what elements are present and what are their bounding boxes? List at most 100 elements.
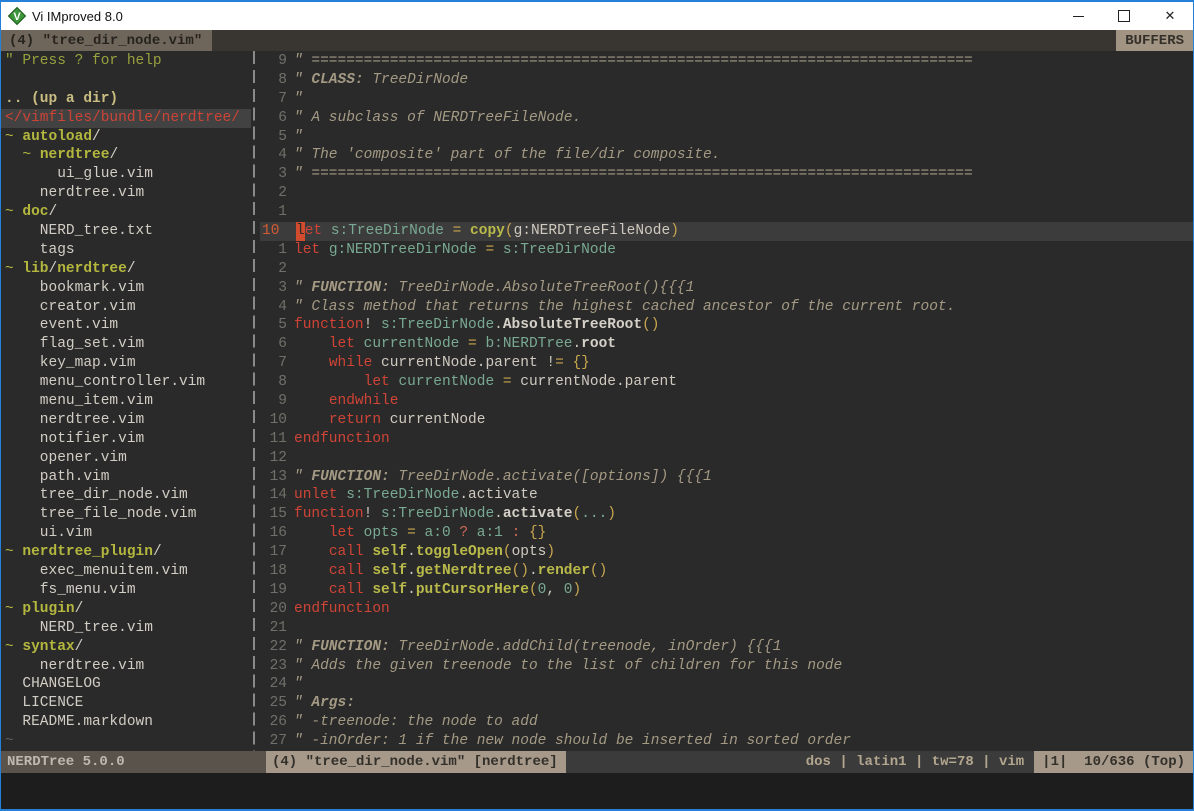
maximize-button[interactable] [1101, 2, 1147, 30]
tree-item[interactable]: flag_set.vim [1, 335, 251, 354]
code-line[interactable]: 27" -inOrder: 1 if the new node should b… [260, 732, 1193, 751]
code-line[interactable]: 7 while currentNode.parent != {} [260, 354, 1193, 373]
code-line[interactable]: 22" FUNCTION: TreeDirNode.addChild(treen… [260, 638, 1193, 657]
code-line[interactable]: 9 endwhile [260, 392, 1193, 411]
code-token [416, 524, 425, 543]
code-line[interactable]: 4" Class method that returns the highest… [260, 298, 1193, 317]
status-flags: dos | latin1 | tw=78 | vim [806, 754, 1034, 770]
code-line-current[interactable]: 10let s:TreeDirNode = copy(g:NERDTreeFil… [260, 222, 1193, 241]
code-token: " [294, 90, 303, 109]
code-line[interactable]: 8" CLASS: TreeDirNode [260, 71, 1193, 90]
tree-item[interactable]: key_map.vim [1, 354, 251, 373]
code-line[interactable]: 14unlet s:TreeDirNode.activate [260, 486, 1193, 505]
code-line[interactable]: 26" -treenode: the node to add [260, 713, 1193, 732]
tree-item[interactable]: LICENCE [1, 694, 251, 713]
tree-item[interactable]: " Press ? for help [1, 52, 251, 71]
tree-item[interactable]: opener.vim [1, 449, 251, 468]
main-status: (4) "tree_dir_node.vim" [nerdtree] dos |… [266, 751, 1193, 773]
code-token: {} [572, 354, 589, 373]
tree-item[interactable]: NERD_tree.vim [1, 619, 251, 638]
tree-item[interactable]: ~ nerdtree_plugin/ [1, 543, 251, 562]
tree-item[interactable]: path.vim [1, 468, 251, 487]
tree-item[interactable]: nerdtree.vim [1, 411, 251, 430]
code-line[interactable]: 2 [260, 184, 1193, 203]
tree-item[interactable]: tree_file_node.vim [1, 505, 251, 524]
code-line[interactable]: 11endfunction [260, 430, 1193, 449]
code-line[interactable]: 16 let opts = a:0 ? a:1 : {} [260, 524, 1193, 543]
tree-item[interactable]: ~ plugin/ [1, 600, 251, 619]
tree-item[interactable]: exec_menuitem.vim [1, 562, 251, 581]
tree-item[interactable]: ~ [1, 732, 251, 751]
tree-item[interactable]: menu_item.vim [1, 392, 251, 411]
code-line[interactable]: 19 call self.putCursorHere(0, 0) [260, 581, 1193, 600]
line-number: 25 [260, 694, 294, 713]
tree-item[interactable]: NERD_tree.txt [1, 222, 251, 241]
code-line[interactable]: 9" =====================================… [260, 52, 1193, 71]
code-token: {} [529, 524, 546, 543]
tree-item[interactable]: nerdtree.vim [1, 184, 251, 203]
code-line[interactable]: 1let g:NERDTreeDirNode = s:TreeDirNode [260, 241, 1193, 260]
tab-tree-dir-node[interactable]: (4) "tree_dir_node.vim" [1, 30, 212, 51]
code-line[interactable]: 4" The 'composite' part of the file/dir … [260, 146, 1193, 165]
tree-item[interactable]: ~ nerdtree/ [1, 146, 251, 165]
tree-item[interactable]: fs_menu.vim [1, 581, 251, 600]
code-token [294, 524, 329, 543]
code-line[interactable]: 21 [260, 619, 1193, 638]
tree-item[interactable]: README.markdown [1, 713, 251, 732]
tree-item[interactable]: ~ autoload/ [1, 128, 251, 147]
code-line[interactable]: 10 return currentNode [260, 411, 1193, 430]
code-line[interactable]: 15function! s:TreeDirNode.activate(...) [260, 505, 1193, 524]
buffers-label[interactable]: BUFFERS [1116, 30, 1193, 51]
tree-item[interactable]: ui.vim [1, 524, 251, 543]
code-token: FUNCTION: [311, 279, 389, 298]
code-token: " [294, 128, 303, 147]
tree-item[interactable]: </vimfiles/bundle/nerdtree/ [1, 109, 251, 128]
tree-item[interactable]: ui_glue.vim [1, 165, 251, 184]
tree-item[interactable] [1, 71, 251, 90]
line-number: 22 [260, 638, 294, 657]
code-line[interactable]: 25" Args: [260, 694, 1193, 713]
code-line[interactable]: 3" =====================================… [260, 165, 1193, 184]
code-line[interactable]: 6 let currentNode = b:NERDTree.root [260, 335, 1193, 354]
code-line[interactable]: 23" Adds the given treenode to the list … [260, 657, 1193, 676]
tree-item[interactable]: ~ lib/nerdtree/ [1, 260, 251, 279]
code-line[interactable]: 6" A subclass of NERDTreeFileNode. [260, 109, 1193, 128]
code-line[interactable]: 7" [260, 90, 1193, 109]
code-line[interactable]: 20endfunction [260, 600, 1193, 619]
code-line[interactable]: 5function! s:TreeDirNode.AbsoluteTreeRoo… [260, 316, 1193, 335]
code-token: ) [670, 222, 679, 241]
code-line[interactable]: 24" [260, 675, 1193, 694]
code-line[interactable]: 13" FUNCTION: TreeDirNode.activate([opti… [260, 468, 1193, 487]
code-line[interactable]: 12 [260, 449, 1193, 468]
code-line[interactable]: 3" FUNCTION: TreeDirNode.AbsoluteTreeRoo… [260, 279, 1193, 298]
code-line[interactable]: 17 call self.toggleOpen(opts) [260, 543, 1193, 562]
window-split-separator[interactable] [251, 51, 260, 751]
code-token: " [294, 468, 311, 487]
tree-item[interactable]: event.vim [1, 316, 251, 335]
code-line[interactable]: 1 [260, 203, 1193, 222]
code-token: return [329, 411, 381, 430]
tree-item[interactable]: .. (up a dir) [1, 90, 251, 109]
close-button[interactable]: ✕ [1147, 2, 1193, 30]
code-token [390, 373, 399, 392]
tree-item[interactable]: tags [1, 241, 251, 260]
code-line[interactable]: 2 [260, 260, 1193, 279]
minimize-button[interactable] [1055, 2, 1101, 30]
tree-item[interactable]: nerdtree.vim [1, 657, 251, 676]
tree-item[interactable]: menu_controller.vim [1, 373, 251, 392]
code-line[interactable]: 8 let currentNode = currentNode.parent [260, 373, 1193, 392]
tree-item[interactable]: tree_dir_node.vim [1, 486, 251, 505]
tree-item[interactable]: ~ syntax/ [1, 638, 251, 657]
code-token: s:TreeDirNode [381, 505, 494, 524]
tree-item[interactable]: CHANGELOG [1, 675, 251, 694]
code-line[interactable]: 18 call self.getNerdtree().render() [260, 562, 1193, 581]
line-number: 8 [260, 71, 294, 90]
code-token: () [642, 316, 659, 335]
code-token: . [494, 316, 503, 335]
tree-item[interactable]: creator.vim [1, 298, 251, 317]
tree-item[interactable]: bookmark.vim [1, 279, 251, 298]
tree-item[interactable]: ~ doc/ [1, 203, 251, 222]
code-line[interactable]: 5" [260, 128, 1193, 147]
tree-item[interactable]: notifier.vim [1, 430, 251, 449]
code-token: ! [364, 505, 381, 524]
